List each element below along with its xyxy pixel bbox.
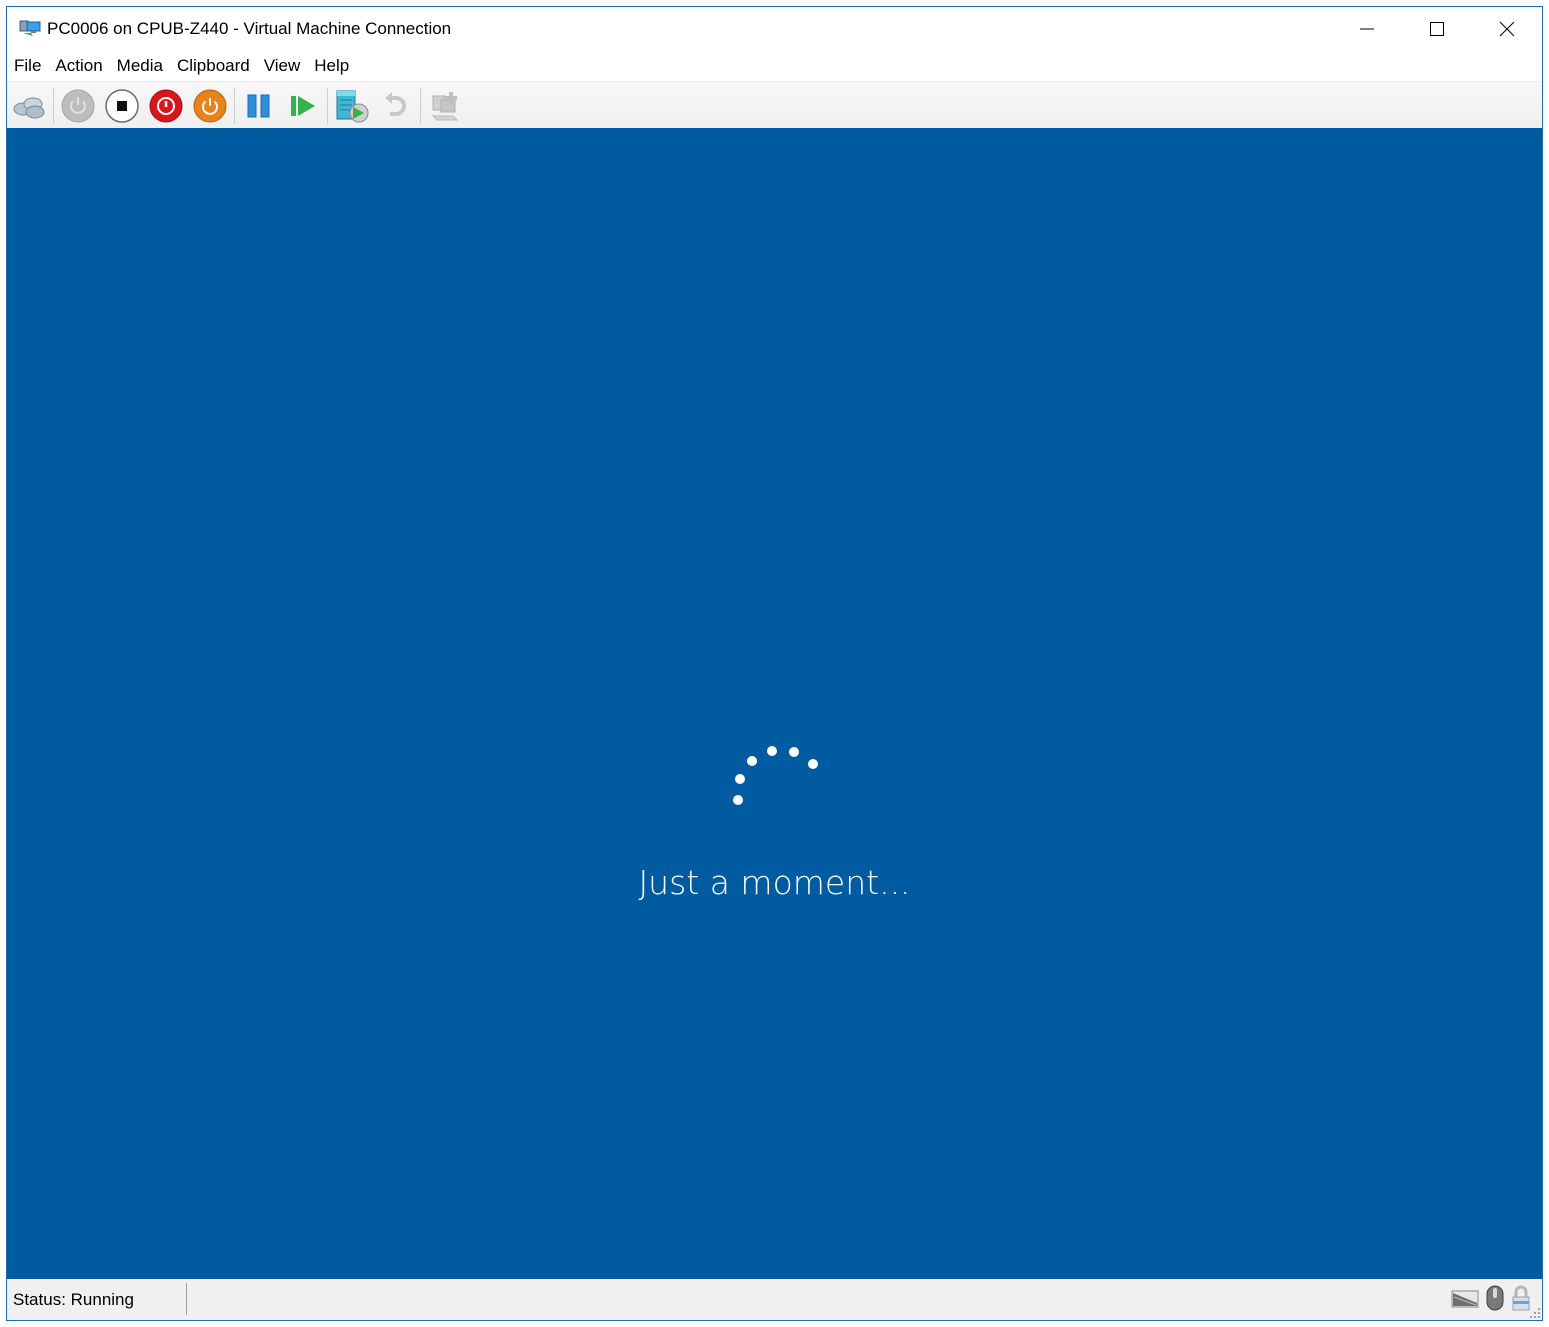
spinner-dot [747,756,757,766]
maximize-icon [1430,22,1444,36]
toolbar-separator [53,87,54,124]
keyboard-keys-icon [13,97,45,118]
menu-file[interactable]: File [7,53,48,81]
turn-off-button[interactable] [100,86,144,126]
vm-display[interactable]: Just a moment... [7,128,1542,1280]
reset-button[interactable] [281,86,325,126]
spinner-dot [767,746,777,756]
shut-down-button[interactable] [144,86,188,126]
toolbar-separator [234,87,235,124]
pause-button[interactable] [237,86,281,126]
vm-connection-window: PC0006 on CPUB-Z440 - Virtual Machine Co… [6,6,1543,1321]
menu-view[interactable]: View [257,53,308,81]
spinner-dot [789,747,799,757]
start-button[interactable] [56,86,100,126]
vm-connection-icon [19,20,41,36]
revert-icon [385,91,406,116]
close-button[interactable] [1472,7,1542,51]
spinner-dot [808,759,818,769]
menu-media[interactable]: Media [110,53,170,81]
shutdown-icon [149,89,183,122]
status-bar: Status: Running [7,1279,1542,1320]
save-state-icon [193,89,227,122]
title-bar[interactable]: PC0006 on CPUB-Z440 - Virtual Machine Co… [7,7,1542,51]
loading-spinner-icon [722,743,822,823]
window-title: PC0006 on CPUB-Z440 - Virtual Machine Co… [47,19,452,38]
reset-icon [291,95,315,116]
power-icon [61,89,95,122]
enhanced-session-button[interactable] [423,86,467,126]
status-separator [186,1283,187,1315]
stop-icon [105,88,139,123]
mouse-status-icon [1486,1285,1504,1311]
status-icons [1450,1284,1532,1312]
revert-button[interactable] [374,86,418,126]
minimize-icon [1360,28,1374,30]
maximize-button[interactable] [1402,7,1472,51]
spinner-dot [735,774,745,784]
minimize-button[interactable] [1332,7,1402,51]
checkpoint-button[interactable] [330,86,374,126]
loading-message: Just a moment... [638,863,911,902]
close-icon [1499,21,1515,37]
pause-icon [247,94,270,117]
ctrl-alt-del-button[interactable] [7,86,51,126]
save-button[interactable] [188,86,232,126]
resize-grip[interactable] [1530,1308,1540,1318]
status-text: Status: Running [13,1290,134,1309]
spinner-dot [733,795,743,805]
lock-status-icon [1512,1285,1530,1311]
menu-clipboard[interactable]: Clipboard [170,53,257,81]
checkpoint-icon [336,90,369,122]
enhanced-session-icon [431,91,459,120]
toolbar-separator [420,87,421,124]
toolbar-separator [327,87,328,124]
keyboard-status-icon [1451,1290,1479,1308]
menu-bar: File Action Media Clipboard View Help [7,53,1542,81]
menu-action[interactable]: Action [48,53,109,81]
toolbar [7,81,1542,129]
menu-help[interactable]: Help [307,53,356,81]
